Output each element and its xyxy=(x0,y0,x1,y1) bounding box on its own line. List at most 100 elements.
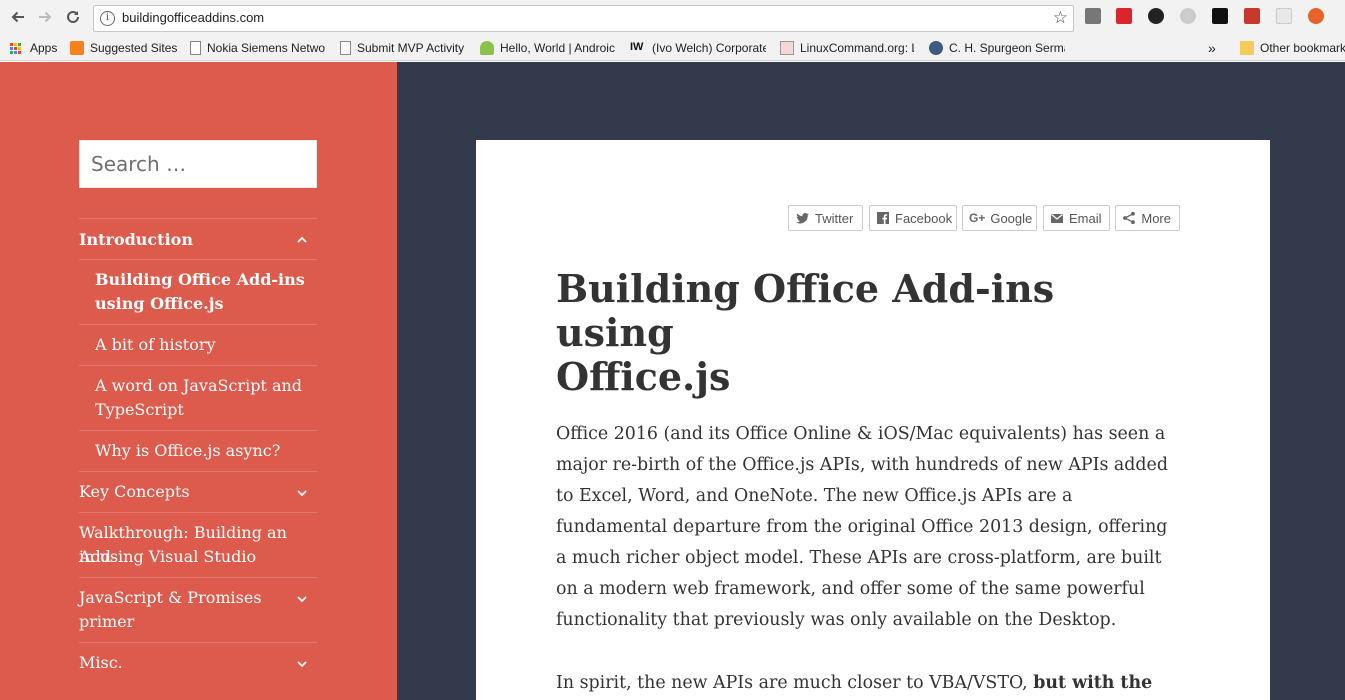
back-arrow-icon xyxy=(11,11,24,23)
chevron-down-icon[interactable] xyxy=(295,486,309,500)
share-twitter-button[interactable]: Twitter xyxy=(788,205,863,231)
share-email-button[interactable]: Email xyxy=(1043,205,1110,231)
chevron-down-icon[interactable] xyxy=(295,657,309,671)
lastpass-extension-icon[interactable] xyxy=(1116,8,1132,24)
orange-extension-icon[interactable] xyxy=(1308,8,1324,24)
bookmark-nokia[interactable]: Nokia Siemens Netwo xyxy=(190,39,328,57)
nav-subitem-history[interactable]: A bit of history xyxy=(79,324,317,365)
paragraph-line: to Excel, Word, and OneNote. The new Off… xyxy=(556,486,1073,506)
page-icon xyxy=(340,41,351,55)
speed-extension-icon[interactable] xyxy=(1148,8,1164,24)
bookmark-apps[interactable]: Apps xyxy=(10,39,57,57)
bookmark-label: Hello, World | Androic xyxy=(500,41,615,55)
paragraph-line: major re-birth of the Office.js APIs, wi… xyxy=(556,455,1168,475)
forward-arrow-icon xyxy=(39,11,52,23)
nav-item-promises[interactable]: JavaScript & Promises primer xyxy=(79,577,317,642)
forward-button[interactable] xyxy=(35,7,55,27)
article-title-line: Building Office Add-ins using xyxy=(556,266,1055,355)
back-button[interactable] xyxy=(8,7,28,27)
linuxcommand-icon xyxy=(780,41,794,55)
paragraph-text: In spirit, the new APIs are much closer … xyxy=(556,673,1034,693)
bookmark-other-folder[interactable]: Other bookmarks xyxy=(1240,39,1345,57)
bookmark-label: Apps xyxy=(30,41,58,55)
twitter-icon xyxy=(795,211,810,225)
search-input[interactable] xyxy=(80,141,316,187)
share-label: Google xyxy=(990,210,1033,226)
article-paragraph-1: Office 2016 (and its Office Online & iOS… xyxy=(556,419,1196,636)
book-extension-icon[interactable] xyxy=(1244,8,1260,24)
nav-label[interactable]: Key Concepts xyxy=(79,480,190,504)
page-icon xyxy=(190,41,201,55)
share-icon xyxy=(1122,211,1136,225)
envelope-icon xyxy=(1050,211,1064,225)
share-label: Email xyxy=(1069,210,1102,226)
article-title-line: Office.js xyxy=(556,354,731,399)
article-title: Building Office Add-ins using Office.js xyxy=(556,267,1176,399)
nav-subitem-async[interactable]: Why is Office.js async? xyxy=(79,430,317,471)
paragraph-line: a much richer object model. These APIs a… xyxy=(556,548,1162,568)
paragraph-line: on a modern web framework, and offer som… xyxy=(556,579,1145,599)
bookmark-star-icon[interactable]: ☆ xyxy=(1053,9,1068,27)
google-plus-icon: G+ xyxy=(969,211,986,225)
suggested-sites-icon xyxy=(70,41,84,55)
nav-subitem-building[interactable]: Building Office Add-ins using Office.js xyxy=(79,259,317,324)
nav-label[interactable]: Building Office Add-ins xyxy=(95,268,305,292)
search-box[interactable] xyxy=(79,140,317,188)
spurgeon-icon xyxy=(929,41,943,55)
bookmark-label: LinuxCommand.org: L xyxy=(800,41,914,55)
bookmark-label: Suggested Sites xyxy=(90,41,178,55)
reload-button[interactable] xyxy=(63,7,83,27)
nav-label[interactable]: primer xyxy=(79,610,134,634)
bookmark-label: Other bookmarks xyxy=(1260,41,1345,55)
address-bar[interactable]: i buildingofficeaddins.com ☆ xyxy=(93,5,1074,32)
terminal-extension-icon[interactable] xyxy=(1212,8,1228,24)
apps-grid-icon xyxy=(10,42,24,54)
bookmarks-bar: Apps Suggested Sites Nokia Siemens Netwo… xyxy=(0,35,1345,61)
blank-extension-icon[interactable] xyxy=(1276,8,1292,24)
bookmark-label: C. H. Spurgeon Serma xyxy=(949,41,1065,55)
nav-item-misc[interactable]: Misc. xyxy=(79,642,317,683)
address-url[interactable]: buildingofficeaddins.com xyxy=(122,10,264,25)
grey-extension-icon[interactable] xyxy=(1180,8,1196,24)
nav-label[interactable]: in using Visual Studio xyxy=(79,545,256,569)
nav-item-introduction[interactable]: Introduction xyxy=(79,218,317,259)
article-paragraph-2: In spirit, the new APIs are much closer … xyxy=(556,668,1196,699)
bookmark-label: (Ivo Welch) Corporate xyxy=(652,41,766,55)
bookmarks-overflow-button[interactable]: » xyxy=(1208,39,1216,57)
bookmark-label: Nokia Siemens Netwo xyxy=(207,41,326,55)
nav-label[interactable]: Introduction xyxy=(79,228,193,252)
nav-label[interactable]: Misc. xyxy=(79,651,123,675)
nav-label[interactable]: Why is Office.js async? xyxy=(95,439,280,463)
bookmark-submit-mvp[interactable]: Submit MVP Activity xyxy=(340,39,470,57)
share-facebook-button[interactable]: Facebook xyxy=(869,205,957,231)
nav-label[interactable]: JavaScript & Promises xyxy=(79,586,262,610)
bookmark-label: Submit MVP Activity xyxy=(357,41,465,55)
nav-label[interactable]: A bit of history xyxy=(95,333,216,357)
jetbrains-extension-icon[interactable] xyxy=(1085,8,1101,24)
article-card: Twitter Facebook G+ Google Email More Bu… xyxy=(476,140,1270,700)
bookmark-ivo-welch[interactable]: IW (Ivo Welch) Corporate xyxy=(630,39,766,57)
bookmark-linuxcommand[interactable]: LinuxCommand.org: L xyxy=(780,39,914,57)
chevron-down-icon[interactable] xyxy=(295,592,309,606)
bookmark-hello-world[interactable]: Hello, World | Androic xyxy=(480,39,616,57)
share-google-button[interactable]: G+ Google xyxy=(962,205,1037,231)
android-icon xyxy=(480,41,494,55)
nav-item-walkthrough[interactable]: Walkthrough: Building an Add- in using V… xyxy=(79,512,317,577)
nav-label[interactable]: A word on JavaScript and xyxy=(95,374,302,398)
paragraph-line: Office 2016 (and its Office Online & iOS… xyxy=(556,424,1166,444)
info-icon[interactable]: i xyxy=(100,11,115,26)
chevron-up-icon[interactable] xyxy=(295,233,309,247)
iw-icon: IW xyxy=(630,41,644,53)
bookmark-suggested-sites[interactable]: Suggested Sites xyxy=(70,39,180,57)
bookmark-spurgeon[interactable]: C. H. Spurgeon Serma xyxy=(929,39,1065,57)
nav-item-key-concepts[interactable]: Key Concepts xyxy=(79,471,317,512)
nav-label[interactable]: TypeScript xyxy=(95,398,184,422)
nav-subitem-javascript-typescript[interactable]: A word on JavaScript and TypeScript xyxy=(79,365,317,430)
facebook-icon xyxy=(876,211,890,225)
share-label: Twitter xyxy=(815,210,854,226)
nav-label[interactable]: using Office.js xyxy=(95,292,224,316)
share-label: Facebook xyxy=(895,210,953,226)
paragraph-line: fundamental departure from the original … xyxy=(556,517,1168,537)
folder-icon xyxy=(1240,41,1254,55)
share-more-button[interactable]: More xyxy=(1115,205,1180,231)
